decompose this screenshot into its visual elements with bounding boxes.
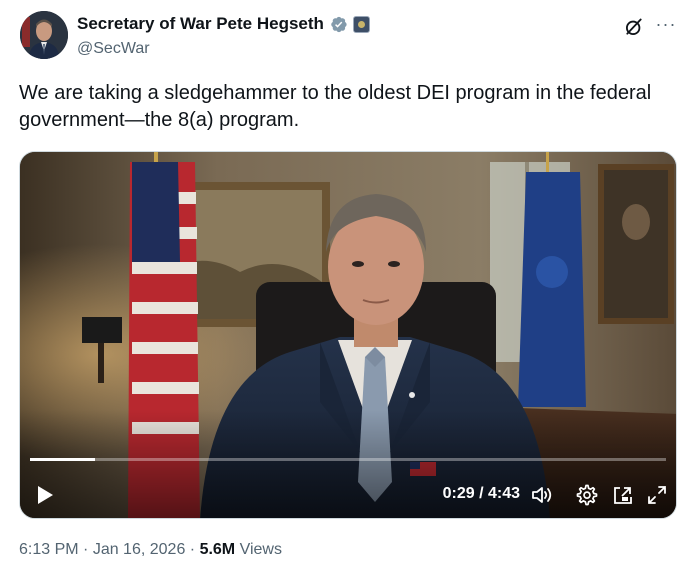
tweet-time[interactable]: 6:13 PM — [19, 541, 79, 558]
views-label: Views — [235, 541, 282, 558]
author-display-name[interactable]: Secretary of War Pete Hegseth — [77, 14, 324, 34]
video-player[interactable]: 0:29 / 4:43 — [19, 151, 677, 519]
meta-separator: · — [78, 541, 93, 558]
progress-bar[interactable] — [30, 458, 666, 461]
video-elapsed: 0:29 — [442, 485, 475, 502]
meta-separator: · — [185, 541, 200, 558]
play-icon[interactable] — [36, 485, 54, 505]
gear-icon[interactable] — [574, 483, 598, 507]
video-time: 0:29 / 4:43 — [400, 485, 520, 503]
verified-badge-icon[interactable] — [329, 15, 348, 34]
picture-in-picture-icon[interactable] — [611, 483, 635, 507]
tweet-text: We are taking a sledgehammer to the olde… — [19, 82, 652, 131]
video-time-separator: / — [474, 485, 488, 502]
views-count: 5.6M — [199, 541, 236, 558]
fullscreen-icon[interactable] — [645, 483, 669, 507]
video-duration: 4:43 — [487, 485, 520, 502]
author-handle[interactable]: @SecWar — [77, 40, 150, 58]
video-frame — [20, 152, 676, 518]
progress-fill — [30, 458, 96, 461]
more-icon[interactable]: ··· — [654, 13, 678, 37]
avatar[interactable] — [20, 11, 68, 59]
affiliation-badge-icon[interactable] — [352, 15, 370, 33]
volume-icon[interactable] — [530, 484, 554, 506]
author-name-row: Secretary of War Pete Hegseth — [77, 14, 370, 34]
tweet-date[interactable]: Jan 16, 2026 — [93, 541, 186, 558]
tweet-meta: 6:13 PM · Jan 16, 2026 · 5.6M Views — [19, 541, 282, 559]
grok-icon[interactable] — [624, 17, 644, 37]
